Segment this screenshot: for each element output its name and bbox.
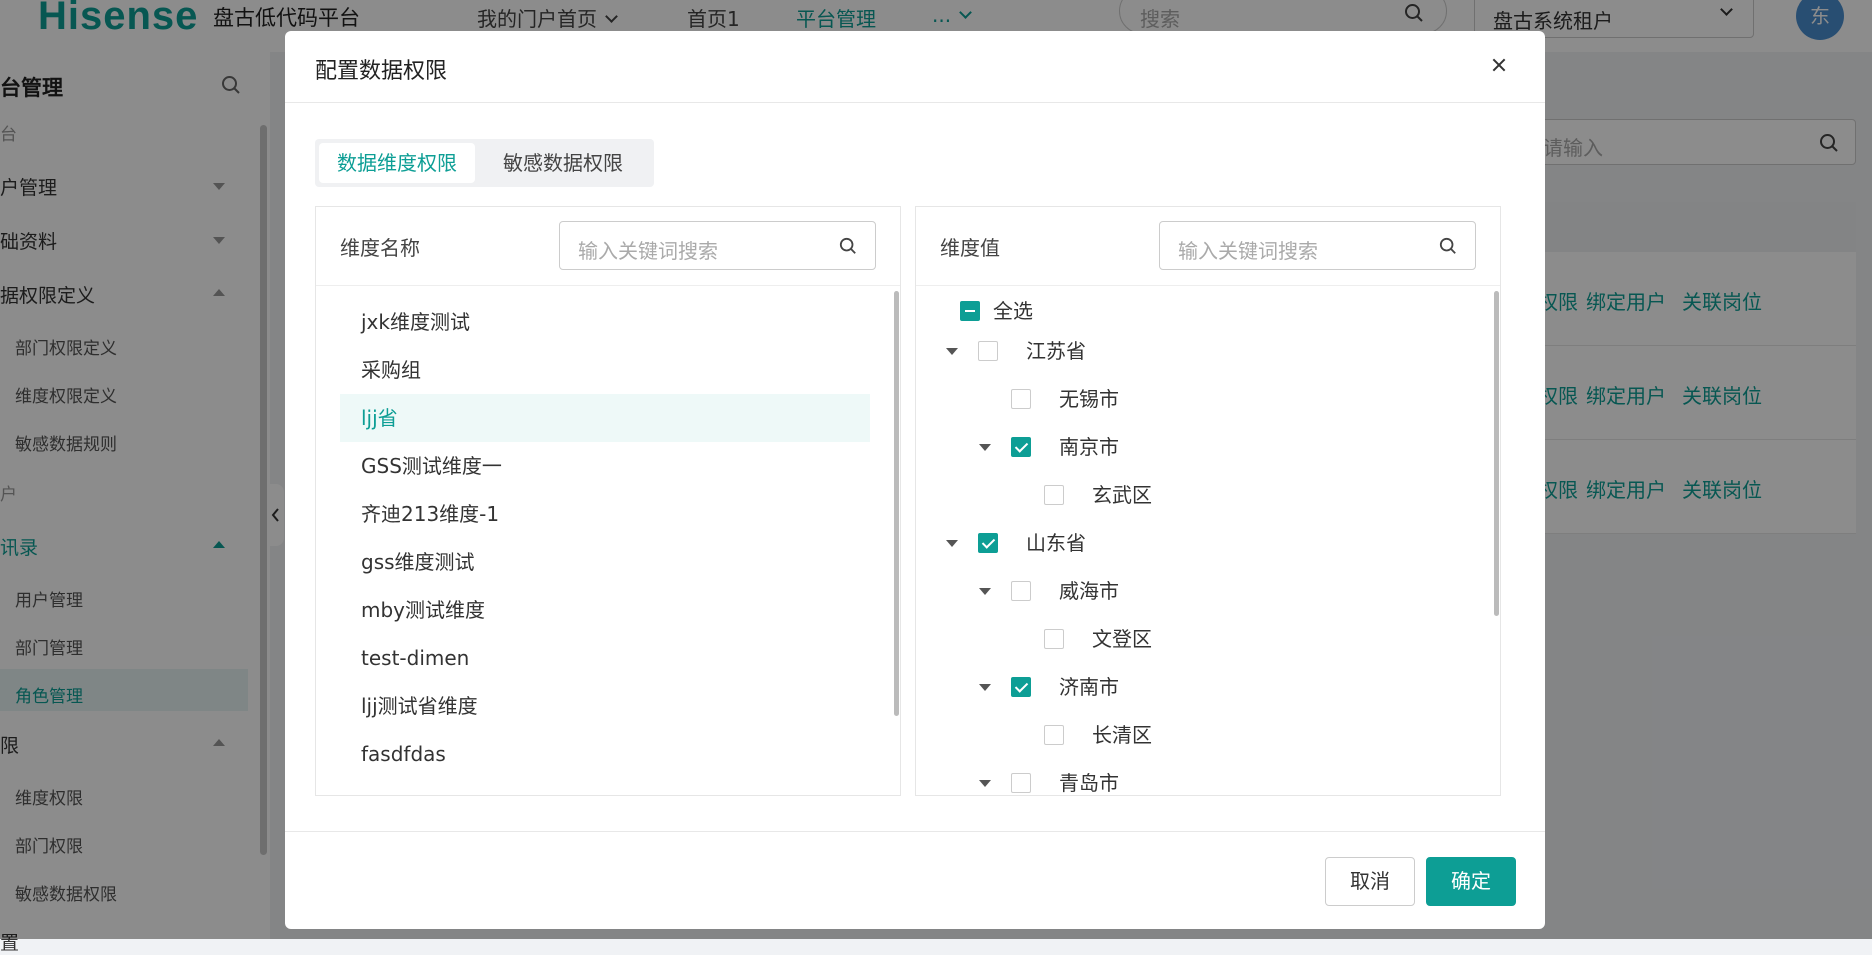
tree-node-label: 长清区 [1092, 723, 1152, 747]
tree-checkbox[interactable] [978, 341, 998, 361]
tree-checkbox[interactable] [978, 533, 998, 553]
caret-down-icon[interactable] [979, 780, 991, 787]
tree-node-label: 青岛市 [1059, 771, 1119, 795]
tree-checkbox[interactable] [1011, 773, 1031, 793]
confirm-button[interactable]: 确定 [1426, 857, 1516, 906]
dialog-title: 配置数据权限 [315, 59, 448, 84]
tab-bar: 数据维度权限 敏感数据权限 [315, 139, 654, 187]
list-item[interactable]: 齐迪213维度-1 [340, 490, 870, 538]
data-permission-dialog: 配置数据权限 数据维度权限 敏感数据权限 维度名称 输入关键词搜索 jxk维度测… [285, 31, 1545, 929]
tree-node[interactable]: 长清区 [916, 715, 1476, 755]
tree-node[interactable]: 青岛市 [916, 763, 1476, 795]
search-placeholder: 输入关键词搜索 [578, 239, 718, 263]
tree-checkbox[interactable] [1044, 725, 1064, 745]
select-all-label: 全选 [993, 299, 1033, 323]
panel-scrollbar[interactable] [894, 291, 899, 716]
panel-header: 维度值 输入关键词搜索 [916, 207, 1500, 286]
tree-node[interactable]: 济南市 [916, 667, 1476, 707]
dimension-search-input[interactable]: 输入关键词搜索 [559, 221, 876, 270]
tree-checkbox[interactable] [1011, 581, 1031, 601]
tree-node[interactable]: 威海市 [916, 571, 1476, 611]
tree-node[interactable]: 山东省 [916, 523, 1476, 563]
list-item[interactable]: mby测试维度 [340, 586, 870, 634]
panel-scrollbar[interactable] [1494, 291, 1499, 616]
dimension-value-panel: 维度值 输入关键词搜索 全选 江苏省 无锡市 南京市 玄武区 山东省 威海市 文… [915, 206, 1501, 796]
list-item[interactable]: fasdfdas [340, 730, 870, 778]
search-placeholder: 输入关键词搜索 [1178, 239, 1318, 263]
tree-node[interactable]: 文登区 [916, 619, 1476, 659]
tree-checkbox[interactable] [1044, 485, 1064, 505]
list-item-selected[interactable]: ljj省 [340, 394, 870, 442]
search-icon[interactable] [1439, 237, 1457, 255]
select-all-row[interactable]: 全选 [916, 291, 1476, 331]
dimension-name-panel: 维度名称 输入关键词搜索 jxk维度测试 采购组 ljj省 GSS测试维度一 齐… [315, 206, 901, 796]
divider [285, 831, 1545, 832]
value-search-input[interactable]: 输入关键词搜索 [1159, 221, 1476, 270]
tree-node[interactable]: 南京市 [916, 427, 1476, 467]
caret-down-icon[interactable] [946, 348, 958, 355]
caret-down-icon[interactable] [979, 684, 991, 691]
panel-title: 维度值 [940, 236, 1000, 260]
tree-checkbox[interactable] [1011, 437, 1031, 457]
tree-node-label: 南京市 [1059, 435, 1119, 459]
tree-node[interactable]: 玄武区 [916, 475, 1476, 515]
tree-checkbox[interactable] [1011, 677, 1031, 697]
tree-checkbox[interactable] [1011, 389, 1031, 409]
tree-checkbox[interactable] [1044, 629, 1064, 649]
tree-node-label: 文登区 [1092, 627, 1152, 651]
tree-node[interactable]: 江苏省 [916, 331, 1476, 371]
tree-node-label: 江苏省 [1026, 339, 1086, 363]
tab-sensitive-data[interactable]: 敏感数据权限 [485, 143, 641, 183]
close-icon[interactable] [1487, 55, 1511, 79]
search-icon[interactable] [839, 237, 857, 255]
panel-title: 维度名称 [340, 236, 420, 260]
list-item[interactable]: 采购组 [340, 346, 870, 394]
tab-data-dimension[interactable]: 数据维度权限 [319, 143, 475, 183]
tree-node-label: 济南市 [1059, 675, 1119, 699]
divider [285, 102, 1545, 103]
list-item[interactable]: test-dimen [340, 634, 870, 682]
list-item[interactable]: ljj测试省维度 [340, 682, 870, 730]
tree-node-label: 玄武区 [1092, 483, 1152, 507]
list-item[interactable]: gss维度测试 [340, 538, 870, 586]
tree-node[interactable]: 无锡市 [916, 379, 1476, 419]
panel-header: 维度名称 输入关键词搜索 [316, 207, 900, 286]
tree-node-label: 无锡市 [1059, 387, 1119, 411]
cancel-button[interactable]: 取消 [1325, 857, 1415, 906]
caret-down-icon[interactable] [979, 444, 991, 451]
caret-down-icon[interactable] [979, 588, 991, 595]
tree-node-label: 威海市 [1059, 579, 1119, 603]
list-item[interactable]: GSS测试维度一 [340, 442, 870, 490]
caret-down-icon[interactable] [946, 540, 958, 547]
list-item[interactable]: jxk维度测试 [340, 298, 870, 346]
select-all-checkbox[interactable] [960, 301, 980, 321]
tree-node-label: 山东省 [1026, 531, 1086, 555]
